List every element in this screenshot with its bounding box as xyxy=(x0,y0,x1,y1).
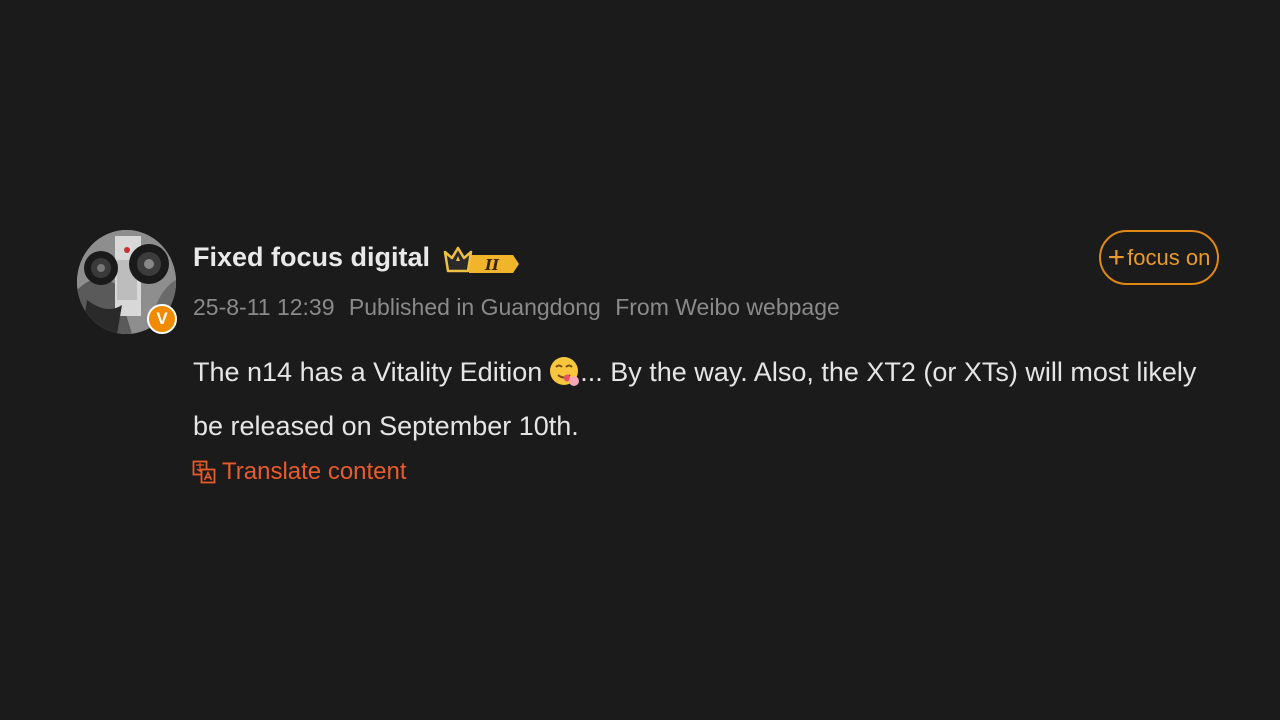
verified-badge-icon: V xyxy=(147,304,177,334)
follow-label: focus on xyxy=(1127,244,1211,270)
author-name[interactable]: Fixed focus digital xyxy=(193,242,430,273)
post-source: From Weibo webpage xyxy=(615,294,840,320)
follow-button[interactable]: + focus on xyxy=(1099,230,1219,285)
level-badge-text: II xyxy=(484,256,500,274)
translate-content-link[interactable]: Translate content xyxy=(192,458,407,486)
weibo-post: V Fixed focus digital II 25-8-11 12:39 P… xyxy=(0,0,1280,720)
translate-icon xyxy=(192,460,216,484)
crown-level-icon[interactable]: II xyxy=(443,243,519,282)
translate-label[interactable]: Translate content xyxy=(222,458,407,486)
avatar[interactable]: V xyxy=(77,230,177,334)
post-meta: 25-8-11 12:39 Published in Guangdong Fro… xyxy=(193,294,848,321)
plus-icon: + xyxy=(1107,240,1126,274)
post-location: Published in Guangdong xyxy=(348,294,601,320)
content-text-part1: The n14 has a Vitality Edition xyxy=(193,357,543,387)
post-content: The n14 has a Vitality Edition... By the… xyxy=(193,348,1203,450)
post-timestamp[interactable]: 25-8-11 12:39 xyxy=(193,294,335,320)
savoring-emoji-icon xyxy=(548,354,580,402)
